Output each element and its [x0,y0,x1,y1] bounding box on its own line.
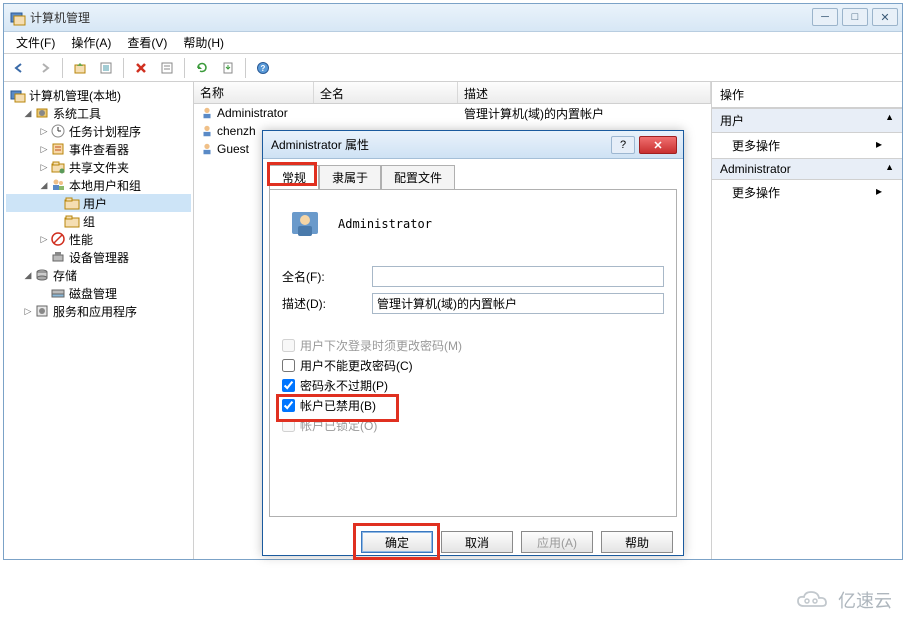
menu-help[interactable]: 帮助(H) [175,32,232,53]
chk-cannot-change[interactable]: 用户不能更改密码(C) [282,357,664,374]
tree-services[interactable]: ▷服务和应用程序 [6,302,191,320]
dialog-help-btn[interactable]: 帮助 [601,531,673,553]
dialog-buttons: 确定 取消 应用(A) 帮助 [263,523,683,561]
back-button[interactable] [8,57,30,79]
tab-profile[interactable]: 配置文件 [381,165,455,189]
actions-section-users[interactable]: 用户▲ [712,108,902,133]
user-icon [200,142,214,156]
highlight-ok-button: 确定 [361,531,433,553]
user-icon-large [290,206,326,242]
chk-must-change: 用户下次登录时须更改密码(M) [282,337,664,354]
help-button[interactable]: ? [252,57,274,79]
tree-groups[interactable]: 组 [6,212,191,230]
apply-button[interactable]: 应用(A) [521,531,593,553]
actions-pane: 操作 用户▲ 更多操作▸ Administrator▲ 更多操作▸ [712,82,902,559]
hdr-fullname[interactable]: 全名 [314,82,458,103]
hdr-name[interactable]: 名称 [194,82,314,103]
chk-never-expire[interactable]: 密码永不过期(P) [282,377,664,394]
fullname-input[interactable] [372,266,664,287]
actions-section-admin[interactable]: Administrator▲ [712,158,902,180]
tree-users[interactable]: 用户 [6,194,191,212]
tree-storage[interactable]: ◢存储 [6,266,191,284]
properties-button[interactable] [95,57,117,79]
list-row[interactable]: Administrator 管理计算机(域)的内置帐户 [194,104,711,122]
chk-account-disabled[interactable]: 帐户已禁用(B) [282,397,664,414]
dialog-title: Administrator 属性 ? ✕ [263,131,683,159]
tree-perf[interactable]: ▷性能 [6,230,191,248]
cancel-button[interactable]: 取消 [441,531,513,553]
user-icon [200,124,214,138]
titlebar: 计算机管理 ─ □ ✕ [4,4,902,32]
chk-account-locked: 帐户已锁定(O) [282,417,664,434]
toolbar: ? [4,54,902,82]
tree-root[interactable]: 计算机管理(本地) [6,86,191,104]
window-title: 计算机管理 [30,9,90,26]
tab-general[interactable]: 常规 [269,165,319,189]
tree-devmgr[interactable]: 设备管理器 [6,248,191,266]
tree-systools[interactable]: ◢系统工具 [6,104,191,122]
tree-localusers[interactable]: ◢本地用户和组 [6,176,191,194]
ok-button[interactable]: 确定 [361,531,433,553]
actions-title: 操作 [712,82,902,108]
properties-dialog: Administrator 属性 ? ✕ 常规 隶属于 配置文件 Adminis… [262,130,684,556]
desc-label: 描述(D): [282,295,372,312]
up-button[interactable] [69,57,91,79]
tab-general-content: Administrator 全名(F): 描述(D): 用户下次登录时须更改密码… [269,189,677,517]
watermark: 亿速云 [792,587,892,613]
dialog-close-button[interactable]: ✕ [639,136,677,154]
actions-more-admin[interactable]: 更多操作▸ [712,180,902,205]
menu-view[interactable]: 查看(V) [119,32,175,53]
fullname-label: 全名(F): [282,268,372,285]
hdr-desc[interactable]: 描述 [458,82,711,103]
tree-diskmgmt[interactable]: 磁盘管理 [6,284,191,302]
menubar: 文件(F) 操作(A) 查看(V) 帮助(H) [4,32,902,54]
export-button[interactable] [217,57,239,79]
close-button[interactable]: ✕ [872,8,898,26]
forward-button[interactable] [34,57,56,79]
menu-file[interactable]: 文件(F) [8,32,63,53]
dialog-tabs: 常规 隶属于 配置文件 [263,159,683,189]
tab-memberof[interactable]: 隶属于 [319,165,381,189]
desc-input[interactable] [372,293,664,314]
tree-shared[interactable]: ▷共享文件夹 [6,158,191,176]
menu-action[interactable]: 操作(A) [63,32,119,53]
nav-tree[interactable]: 计算机管理(本地) ◢系统工具 ▷任务计划程序 ▷事件查看器 ▷共享文件夹 ◢本… [4,82,194,559]
tree-eventviewer[interactable]: ▷事件查看器 [6,140,191,158]
tree-scheduler[interactable]: ▷任务计划程序 [6,122,191,140]
user-icon [200,106,214,120]
app-icon [10,10,26,26]
list-button[interactable] [156,57,178,79]
cloud-icon [792,588,832,612]
dialog-help-button[interactable]: ? [611,136,635,154]
svg-text:?: ? [261,64,266,73]
delete-button[interactable] [130,57,152,79]
actions-more-users[interactable]: 更多操作▸ [712,133,902,158]
dialog-username: Administrator [338,217,432,231]
maximize-button[interactable]: □ [842,8,868,26]
list-header: 名称 全名 描述 [194,82,711,104]
minimize-button[interactable]: ─ [812,8,838,26]
refresh-button[interactable] [191,57,213,79]
